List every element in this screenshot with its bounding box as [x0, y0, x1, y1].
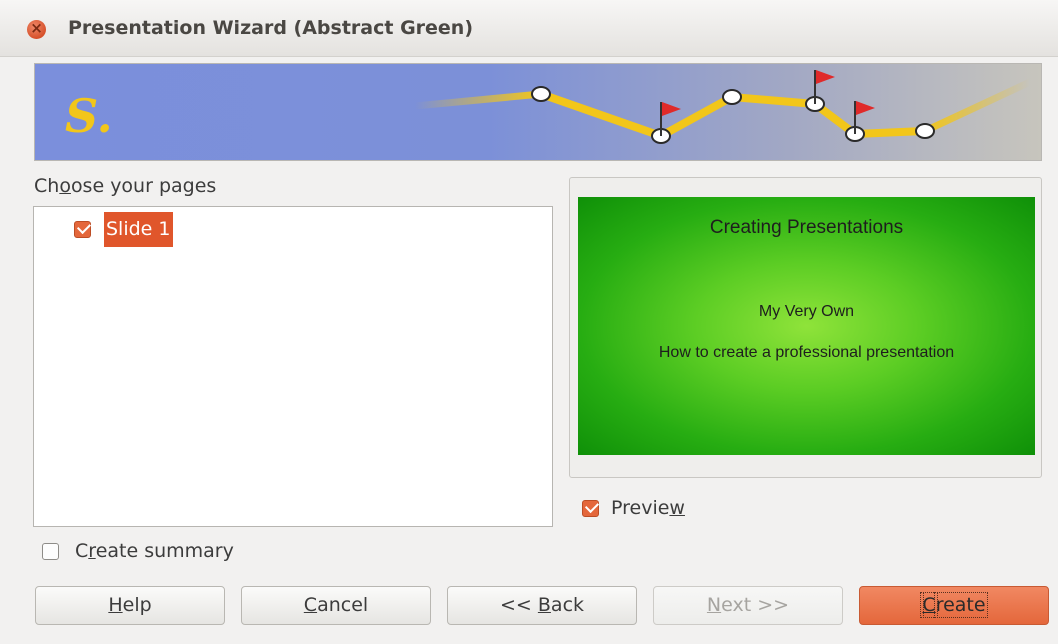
slide-1-checkbox[interactable]	[74, 221, 91, 238]
preview-checkbox[interactable]	[582, 500, 599, 517]
preview-label[interactable]: Preview	[611, 497, 685, 519]
slide-title: Creating Presentations	[709, 217, 904, 238]
create-button[interactable]: Create	[859, 586, 1049, 625]
next-button[interactable]: Next >>	[653, 586, 843, 625]
slide-body: How to create a professional presentatio…	[658, 344, 955, 361]
help-button[interactable]: Help	[35, 586, 225, 625]
list-item-slide-1[interactable]: Slide 1	[104, 212, 173, 247]
slide-subtitle: My Very Own	[758, 303, 855, 320]
create-summary-label[interactable]: Create summary	[75, 540, 234, 562]
cancel-button[interactable]: Cancel	[241, 586, 431, 625]
back-button[interactable]: << Back	[447, 586, 637, 625]
banner-logo: S.	[65, 89, 113, 143]
create-summary-checkbox[interactable]	[42, 543, 59, 560]
slide-preview: Creating Presentations My Very Own How t…	[578, 197, 1035, 455]
choose-pages-label: Choose your pages	[34, 175, 217, 197]
window-title: Presentation Wizard (Abstract Green)	[68, 17, 474, 39]
wizard-banner: S.	[34, 63, 1042, 161]
close-icon[interactable]	[27, 19, 46, 39]
presentation-wizard-dialog: Presentation Wizard (Abstract Green)	[0, 0, 1058, 644]
banner-image: S.	[35, 64, 1041, 160]
title-bar: Presentation Wizard (Abstract Green)	[0, 0, 1058, 57]
pages-list[interactable]	[33, 206, 553, 527]
